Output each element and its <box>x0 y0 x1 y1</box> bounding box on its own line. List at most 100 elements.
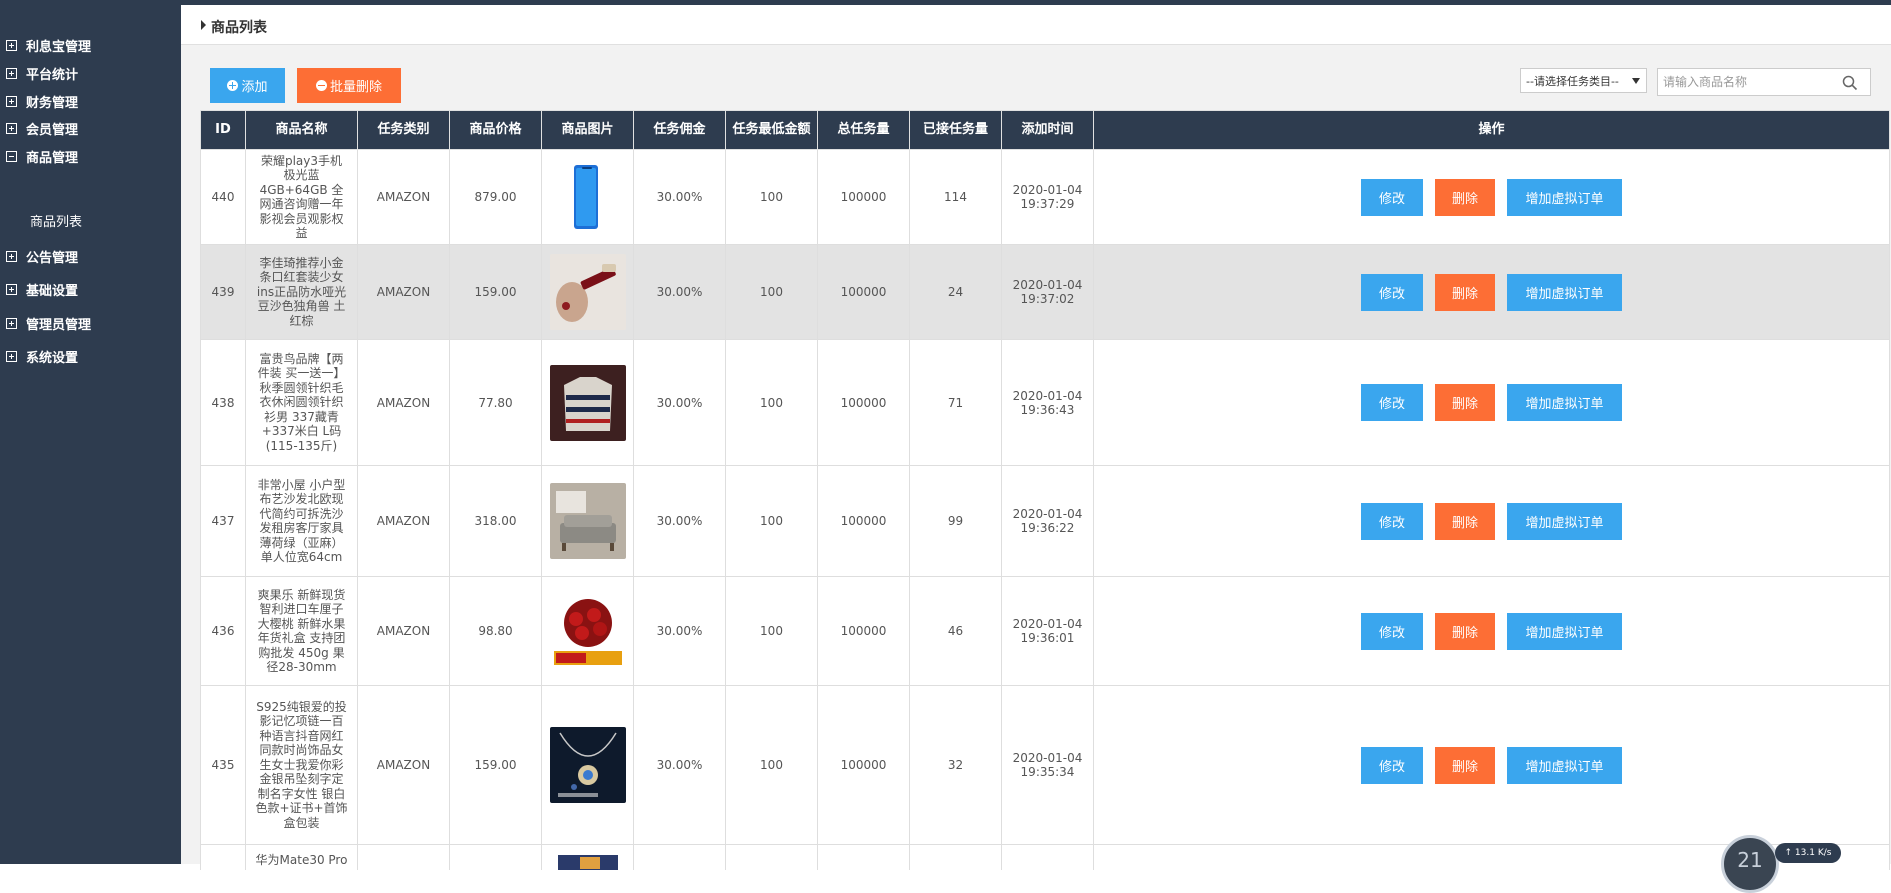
cell-time: 2020-01-04 19:35:34 <box>1001 685 1094 845</box>
column-header-time[interactable]: 添加时间 <box>1001 110 1094 150</box>
expand-plus-icon <box>6 350 17 362</box>
product-image-lipstick[interactable] <box>549 254 626 330</box>
category-select-value: --请选择任务类目-- <box>1526 74 1619 88</box>
delete-button[interactable]: 删除 <box>1435 502 1495 540</box>
edit-button[interactable]: 修改 <box>1361 502 1423 540</box>
product-image-phone[interactable] <box>549 159 626 235</box>
cell-category: AMAZON <box>357 149 450 245</box>
category-select[interactable]: --请选择任务类目-- <box>1520 68 1647 93</box>
cell-actions: 修改 删除 增加虚拟订单 <box>1093 576 1890 686</box>
table-row: 华为Mate30 Pro <box>200 844 1890 870</box>
dropdown-arrow-icon <box>1632 78 1640 84</box>
sidebar-item-label: 利息宝管理 <box>26 39 92 55</box>
collapse-minus-icon <box>6 150 17 162</box>
cell-time <box>1001 844 1094 870</box>
network-speed-readout: ↑ 13.1 K/s <box>1775 843 1841 863</box>
cell-time: 2020-01-04 19:36:01 <box>1001 576 1094 686</box>
column-header-image[interactable]: 商品图片 <box>541 110 634 150</box>
add-virtual-order-button[interactable]: 增加虚拟订单 <box>1507 746 1622 784</box>
cell-taken: 32 <box>909 685 1002 845</box>
cell-time: 2020-01-04 19:37:02 <box>1001 244 1094 340</box>
sidebar-item-members[interactable]: 会员管理 <box>6 118 78 138</box>
cell-price: 98.80 <box>449 576 542 686</box>
column-header-taken[interactable]: 已接任务量 <box>909 110 1002 150</box>
delete-button[interactable]: 删除 <box>1435 384 1495 421</box>
edit-button[interactable]: 修改 <box>1361 273 1423 311</box>
sidebar-item-finance[interactable]: 财务管理 <box>6 91 78 111</box>
cell-total: 100000 <box>817 339 910 466</box>
cell-commission: 30.00% <box>633 149 726 245</box>
cell-category: AMAZON <box>357 244 450 340</box>
search-input[interactable] <box>1658 69 1838 95</box>
sidebar-subitem-product-list[interactable]: 商品列表 <box>30 211 82 230</box>
column-header-price[interactable]: 商品价格 <box>449 110 542 150</box>
network-speed-widget[interactable]: 21 ↑ 13.1 K/s <box>1721 835 1841 893</box>
sidebar-item-products[interactable]: 商品管理 <box>6 146 78 166</box>
sidebar-item-basic-settings[interactable]: 基础设置 <box>6 279 78 299</box>
sidebar-item-label: 商品管理 <box>26 150 79 166</box>
cell-min-amount: 100 <box>725 465 818 577</box>
cell-price <box>449 844 542 870</box>
delete-button[interactable]: 删除 <box>1435 273 1495 311</box>
cell-time: 2020-01-04 19:36:22 <box>1001 465 1094 577</box>
add-button[interactable]: 添加 <box>210 68 285 103</box>
cell-actions: 修改 删除 增加虚拟订单 <box>1093 149 1890 245</box>
column-header-min-amount[interactable]: 任务最低金额 <box>725 110 818 150</box>
add-virtual-order-button[interactable]: 增加虚拟订单 <box>1507 273 1622 311</box>
table-row: 438 富贵鸟品牌【两件装 买一送一】秋季圆领针织毛衣休闲圆领针织衫男 337藏… <box>200 339 1890 466</box>
cell-total: 100000 <box>817 149 910 245</box>
delete-button[interactable]: 删除 <box>1435 612 1495 650</box>
cell-category: AMAZON <box>357 685 450 845</box>
cell-min-amount <box>725 844 818 870</box>
expand-plus-icon <box>6 317 17 329</box>
expand-plus-icon <box>6 67 17 79</box>
column-header-id[interactable]: ID <box>200 110 246 150</box>
sidebar-item-statistics[interactable]: 平台统计 <box>6 63 78 83</box>
edit-button[interactable]: 修改 <box>1361 384 1423 421</box>
column-header-actions[interactable]: 操作 <box>1093 110 1890 150</box>
page-title: 商品列表 <box>211 20 267 36</box>
cell-image <box>541 576 634 686</box>
cell-image <box>541 339 634 466</box>
add-virtual-order-button[interactable]: 增加虚拟订单 <box>1507 384 1622 421</box>
add-virtual-order-button[interactable]: 增加虚拟订单 <box>1507 178 1622 216</box>
column-header-name[interactable]: 商品名称 <box>245 110 358 150</box>
column-header-commission[interactable]: 任务佣金 <box>633 110 726 150</box>
edit-button[interactable]: 修改 <box>1361 612 1423 650</box>
product-image-necklace[interactable] <box>549 727 626 803</box>
sidebar-item-interest[interactable]: 利息宝管理 <box>6 35 91 55</box>
search-icon[interactable] <box>1842 75 1858 91</box>
product-image-sofa[interactable] <box>549 483 626 559</box>
sidebar-item-admins[interactable]: 管理员管理 <box>6 313 91 333</box>
add-button-label: 添加 <box>241 80 268 95</box>
add-virtual-order-button[interactable]: 增加虚拟订单 <box>1507 612 1622 650</box>
sidebar-item-system-settings[interactable]: 系统设置 <box>6 346 78 366</box>
cell-price: 879.00 <box>449 149 542 245</box>
caret-right-icon <box>201 20 206 30</box>
product-image-cherry[interactable] <box>549 593 626 669</box>
batch-delete-button[interactable]: 批量删除 <box>297 68 401 103</box>
column-header-category[interactable]: 任务类别 <box>357 110 450 150</box>
delete-button[interactable]: 删除 <box>1435 178 1495 216</box>
cell-time: 2020-01-04 19:37:29 <box>1001 149 1094 245</box>
cell-name: 华为Mate30 Pro <box>245 844 358 870</box>
cell-image <box>541 244 634 340</box>
expand-plus-icon <box>6 95 17 107</box>
sidebar-item-announcements[interactable]: 公告管理 <box>6 246 78 266</box>
edit-button[interactable]: 修改 <box>1361 746 1423 784</box>
cell-taken: 24 <box>909 244 1002 340</box>
edit-button[interactable]: 修改 <box>1361 178 1423 216</box>
add-virtual-order-button[interactable]: 增加虚拟订单 <box>1507 502 1622 540</box>
cell-total: 100000 <box>817 576 910 686</box>
sidebar-item-label: 管理员管理 <box>26 317 92 333</box>
product-image-sweater[interactable] <box>549 364 626 441</box>
cell-commission: 30.00% <box>633 465 726 577</box>
page-header: 商品列表 <box>181 5 1891 45</box>
cell-id: 436 <box>200 576 246 686</box>
sidebar-item-label: 会员管理 <box>26 122 79 138</box>
product-image-mate30[interactable] <box>549 855 626 870</box>
delete-button[interactable]: 删除 <box>1435 746 1495 784</box>
expand-plus-icon <box>6 283 17 295</box>
main-content: 商品列表 添加 批量删除 --请选择任务类目-- ID 商品名称 任务类别 商品… <box>181 5 1891 870</box>
column-header-total[interactable]: 总任务量 <box>817 110 910 150</box>
